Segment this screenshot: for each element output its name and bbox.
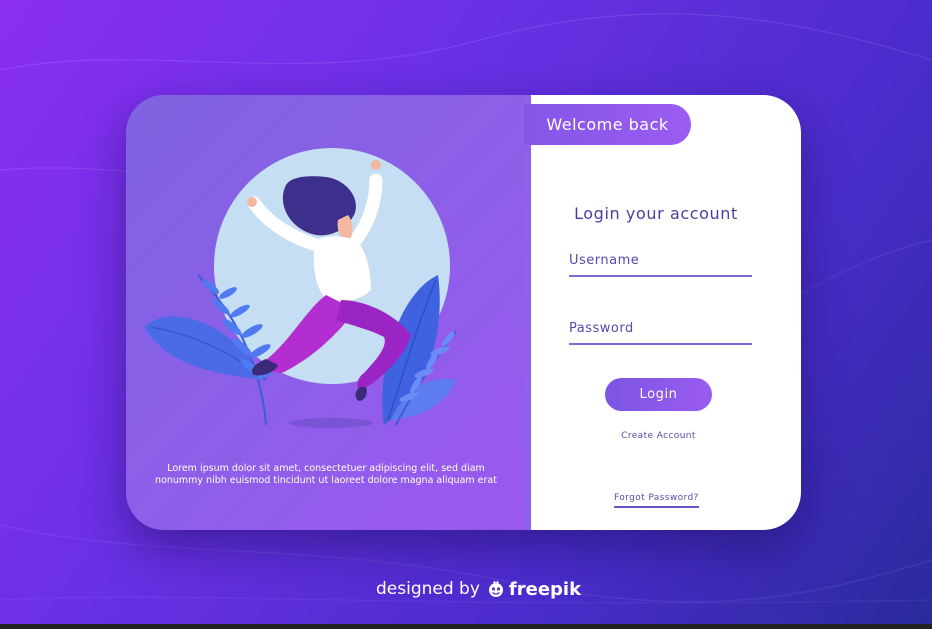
- password-field[interactable]: Password: [569, 321, 752, 345]
- username-label: Username: [569, 253, 640, 268]
- freepik-logo-icon: [488, 580, 503, 597]
- welcome-back-badge: Welcome back: [524, 104, 691, 145]
- username-field[interactable]: Username: [569, 253, 752, 277]
- login-card: Lorem ipsum dolor sit amet, consectetuer…: [126, 95, 801, 530]
- username-underline: [569, 275, 752, 277]
- bottom-edge-strip: [0, 624, 932, 629]
- designer-credit: designed by freepik: [376, 575, 581, 603]
- designed-by-text: designed by: [376, 579, 480, 599]
- login-title: Login your account: [574, 204, 738, 223]
- login-button[interactable]: Login: [605, 378, 712, 411]
- illustration-panel: Lorem ipsum dolor sit amet, consectetuer…: [126, 95, 526, 530]
- create-account-link[interactable]: Create Account: [606, 431, 711, 441]
- password-label: Password: [569, 321, 634, 336]
- description-text: Lorem ipsum dolor sit amet, consectetuer…: [155, 463, 497, 486]
- woman-jumping-illustration: [144, 148, 457, 428]
- forgot-password-link[interactable]: Forgot Password?: [614, 493, 699, 508]
- form-panel: [531, 95, 801, 530]
- freepik-brand-text: freepik: [508, 578, 582, 600]
- password-underline: [569, 343, 752, 345]
